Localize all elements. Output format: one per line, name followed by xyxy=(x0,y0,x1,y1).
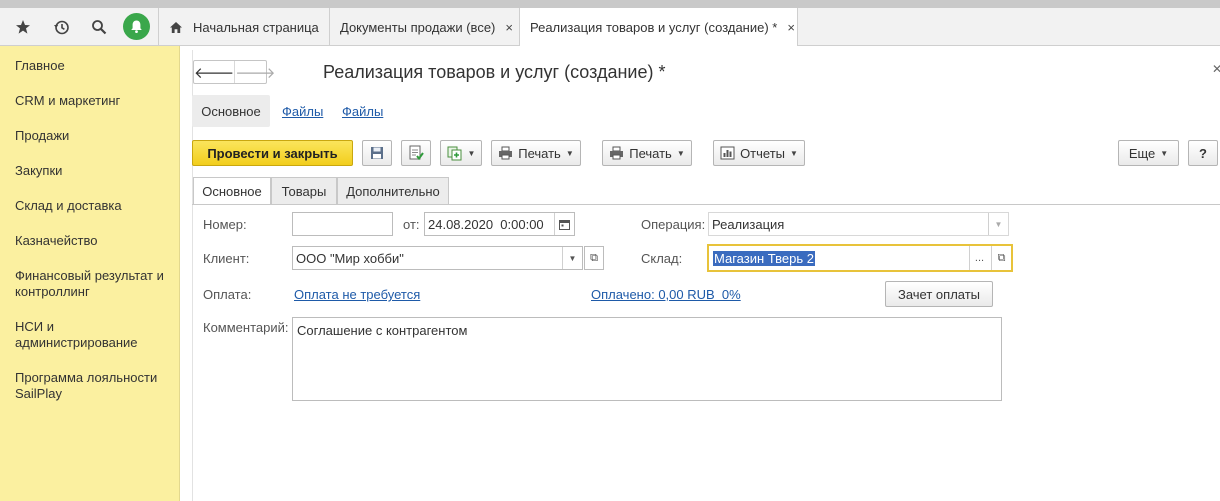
tab-sales-documents[interactable]: Документы продажи (все) × xyxy=(330,8,520,46)
sidebar-item-treasury[interactable]: Казначейство xyxy=(15,233,175,249)
payment-offset-label: Зачет оплаты xyxy=(897,286,981,302)
calendar-icon[interactable] xyxy=(554,213,574,235)
sidebar-item-financial-result[interactable]: Финансовый результат и контроллинг xyxy=(15,268,175,300)
number-field[interactable] xyxy=(292,212,393,236)
tab-sales-documents-label: Документы продажи (все) xyxy=(340,19,496,35)
save-button[interactable] xyxy=(362,140,392,166)
payment-label: Оплата: xyxy=(203,287,252,302)
chevron-down-icon: ▼ xyxy=(565,148,574,158)
post-document-icon xyxy=(408,145,424,161)
sidebar-item-main[interactable]: Главное xyxy=(15,58,175,74)
sidebar: Главное CRM и маркетинг Продажи Закупки … xyxy=(0,46,180,501)
create-based-on-button[interactable]: ▼ xyxy=(440,140,482,166)
number-label: Номер: xyxy=(203,217,247,232)
sidebar-item-nsi-admin[interactable]: НСИ и администрирование xyxy=(15,319,175,351)
select-more-button[interactable]: ... xyxy=(969,246,989,270)
sidebar-item-loyalty[interactable]: Программа лояльности SailPlay xyxy=(15,370,175,402)
reports-icon xyxy=(720,146,735,160)
tab-realization-create[interactable]: Реализация товаров и услуг (создание) * … xyxy=(520,8,798,47)
date-from-label: от: xyxy=(403,217,420,232)
star-icon[interactable] xyxy=(10,8,36,46)
open-icon[interactable]: ⧉ xyxy=(584,246,604,270)
post-and-close-button[interactable]: Провести и закрыть xyxy=(192,140,353,166)
print-label-1: Печать xyxy=(518,145,561,161)
date-value: 24.08.2020 0:00:00 xyxy=(428,216,544,232)
post-button[interactable] xyxy=(401,140,431,166)
comment-textarea[interactable]: Соглашение с контрагентом xyxy=(292,317,1002,401)
reports-button[interactable]: Отчеты ▼ xyxy=(713,140,805,166)
client-field[interactable]: ООО "Мир хобби" ▼ xyxy=(292,246,583,270)
help-label: ? xyxy=(1199,145,1207,161)
client-label: Клиент: xyxy=(203,251,250,266)
payment-link[interactable]: Оплата не требуется xyxy=(294,287,420,302)
history-nav: 🡐 🡒 xyxy=(193,60,275,84)
client-value: ООО "Мир хобби" xyxy=(296,250,404,266)
subtab-files-1[interactable]: Файлы xyxy=(282,95,323,127)
tab-home[interactable]: Начальная страница xyxy=(158,8,330,46)
chevron-down-icon: ▼ xyxy=(467,148,476,158)
print-button-1[interactable]: Печать ▼ xyxy=(491,140,581,166)
tab-baseline xyxy=(192,204,1220,205)
close-icon[interactable]: × xyxy=(505,20,513,35)
tab-goods[interactable]: Товары xyxy=(271,177,337,204)
create-based-on-icon xyxy=(447,145,463,161)
save-icon xyxy=(370,146,384,160)
tab-main[interactable]: Основное xyxy=(193,177,271,205)
sidebar-item-sales[interactable]: Продажи xyxy=(15,128,175,144)
home-icon xyxy=(169,21,183,34)
subtab-main[interactable]: Основное xyxy=(192,95,270,127)
reports-label: Отчеты xyxy=(740,145,785,161)
operation-select[interactable]: Реализация ▼ xyxy=(708,212,1009,236)
chevron-down-icon[interactable]: ▼ xyxy=(988,213,1008,235)
top-bar: Начальная страница Документы продажи (вс… xyxy=(0,8,1220,47)
more-button[interactable]: Еще ▼ xyxy=(1118,140,1179,166)
operation-label: Операция: xyxy=(641,217,706,232)
comment-label: Комментарий: xyxy=(203,320,289,335)
warehouse-label: Склад: xyxy=(641,251,683,266)
paid-link[interactable]: Оплачено: 0,00 RUB 0% xyxy=(591,287,741,302)
printer-icon xyxy=(609,146,624,160)
chevron-down-icon: ▼ xyxy=(790,148,798,158)
more-label: Еще xyxy=(1128,145,1156,161)
forward-arrow-icon[interactable]: 🡒 xyxy=(235,61,275,83)
help-button[interactable]: ? xyxy=(1188,140,1218,166)
payment-offset-button[interactable]: Зачет оплаты xyxy=(885,281,993,307)
search-icon[interactable] xyxy=(86,8,112,46)
back-arrow-icon[interactable]: 🡐 xyxy=(194,61,236,83)
chevron-down-icon: ▼ xyxy=(1160,148,1169,158)
sidebar-item-warehouse[interactable]: Склад и доставка xyxy=(15,198,175,214)
operation-value: Реализация xyxy=(712,216,785,232)
tab-additional[interactable]: Дополнительно xyxy=(337,177,449,204)
warehouse-field[interactable]: Магазин Тверь 2 ... ⧉ xyxy=(707,244,1013,272)
bell-icon[interactable] xyxy=(123,13,150,40)
date-field[interactable]: 24.08.2020 0:00:00 xyxy=(424,212,575,236)
sidebar-item-crm[interactable]: CRM и маркетинг xyxy=(15,93,175,109)
open-icon[interactable]: ⧉ xyxy=(991,246,1011,270)
close-icon[interactable]: ✕ xyxy=(1212,62,1220,76)
main-area xyxy=(180,46,1220,501)
print-button-2[interactable]: Печать ▼ xyxy=(602,140,692,166)
chevron-down-icon[interactable]: ▼ xyxy=(562,247,582,269)
chevron-down-icon: ▼ xyxy=(676,148,685,158)
window-top-strip xyxy=(0,0,1220,8)
close-icon[interactable]: × xyxy=(787,20,795,35)
printer-icon xyxy=(498,146,513,160)
tab-home-label: Начальная страница xyxy=(193,19,319,35)
sidebar-item-purchases[interactable]: Закупки xyxy=(15,163,175,179)
print-label-2: Печать xyxy=(629,145,672,161)
warehouse-value: Магазин Тверь 2 xyxy=(713,250,815,266)
subtab-files-2[interactable]: Файлы xyxy=(342,95,383,127)
post-and-close-label: Провести и закрыть xyxy=(207,145,338,161)
page-title: Реализация товаров и услуг (создание) * xyxy=(323,62,666,82)
tab-realization-label: Реализация товаров и услуг (создание) * xyxy=(530,20,778,35)
history-icon[interactable] xyxy=(48,8,74,46)
